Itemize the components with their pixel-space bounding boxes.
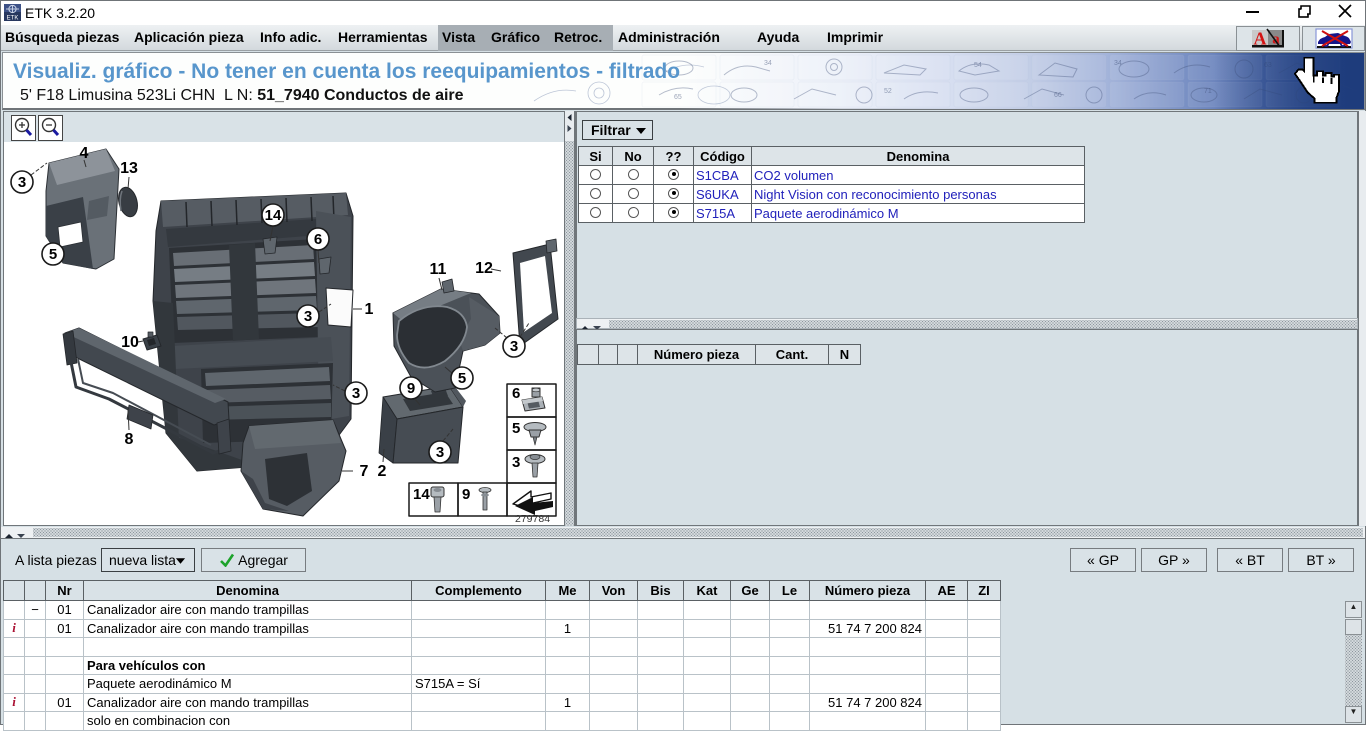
svg-text:9: 9 — [462, 486, 470, 503]
svg-text:34: 34 — [1114, 60, 1122, 67]
svg-text:3: 3 — [304, 308, 312, 325]
svg-text:14: 14 — [413, 486, 430, 503]
svg-text:6: 6 — [512, 385, 520, 402]
svg-text:4: 4 — [80, 145, 89, 162]
svg-text:A: A — [1254, 29, 1267, 49]
svg-text:10: 10 — [121, 334, 139, 351]
svg-text:3: 3 — [510, 338, 518, 355]
svg-text:9: 9 — [407, 380, 415, 397]
svg-text:13: 13 — [120, 160, 138, 177]
svg-text:5: 5 — [49, 246, 57, 263]
svg-text:14: 14 — [265, 207, 282, 224]
svg-text:5: 5 — [512, 420, 520, 437]
svg-text:ETK: ETK — [7, 16, 19, 22]
svg-text:52: 52 — [884, 88, 892, 95]
svg-text:3: 3 — [18, 174, 26, 191]
svg-text:66: 66 — [1054, 92, 1062, 99]
svg-text:65: 65 — [674, 94, 682, 101]
svg-text:3: 3 — [352, 385, 360, 402]
svg-text:54: 54 — [974, 62, 982, 69]
svg-text:12: 12 — [475, 260, 493, 277]
svg-text:3: 3 — [512, 454, 520, 471]
svg-text:3: 3 — [436, 444, 444, 461]
svg-text:11: 11 — [430, 261, 447, 278]
svg-text:71: 71 — [1204, 88, 1212, 95]
svg-text:34: 34 — [764, 60, 772, 67]
svg-text:1: 1 — [365, 301, 374, 318]
svg-text:5: 5 — [458, 370, 466, 387]
svg-text:8: 8 — [125, 431, 134, 448]
svg-text:7: 7 — [360, 463, 369, 480]
svg-text:279784: 279784 — [515, 513, 550, 525]
svg-text:6: 6 — [314, 231, 322, 248]
svg-text:2: 2 — [378, 463, 387, 480]
